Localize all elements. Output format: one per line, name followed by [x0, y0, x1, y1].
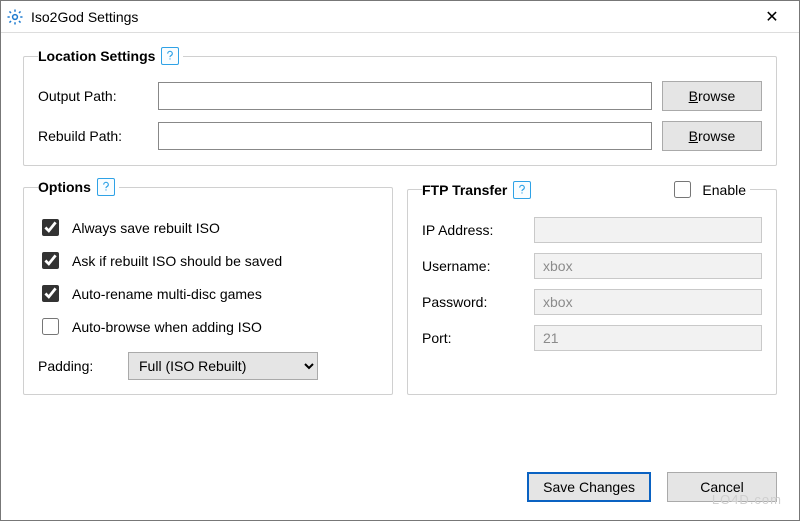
save-changes-button[interactable]: Save Changes — [527, 472, 651, 502]
ftp-user-row: Username: — [422, 253, 762, 279]
ftp-user-label: Username: — [422, 258, 524, 274]
ftp-port-row: Port: — [422, 325, 762, 351]
auto-rename-row[interactable]: Auto-rename multi-disc games — [38, 282, 378, 305]
titlebar: Iso2God Settings ✕ — [1, 1, 799, 33]
location-settings-group: Location Settings Output Path: Browse Re… — [23, 47, 777, 166]
options-legend-text: Options — [38, 179, 91, 195]
rebuild-path-label: Rebuild Path: — [38, 128, 148, 144]
help-icon[interactable] — [97, 178, 115, 196]
padding-select[interactable]: Full (ISO Rebuilt) — [128, 352, 318, 380]
location-settings-legend-text: Location Settings — [38, 48, 155, 64]
ask-save-label: Ask if rebuilt ISO should be saved — [72, 253, 282, 269]
output-path-label: Output Path: — [38, 88, 148, 104]
close-button[interactable]: ✕ — [749, 1, 795, 32]
options-group: Options Always save rebuilt ISO Ask if r… — [23, 178, 393, 395]
browse-mnemonic: B — [689, 88, 698, 104]
ftp-port-label: Port: — [422, 330, 524, 346]
ftp-port-input — [534, 325, 762, 351]
location-settings-legend: Location Settings — [38, 47, 183, 65]
window-title: Iso2God Settings — [31, 9, 138, 25]
ftp-pass-label: Password: — [422, 294, 524, 310]
ask-save-checkbox[interactable] — [42, 252, 59, 269]
ftp-pass-input — [534, 289, 762, 315]
padding-label: Padding: — [38, 358, 118, 374]
browse-mnemonic-2: B — [689, 128, 698, 144]
ftp-enable-checkbox[interactable] — [674, 181, 691, 198]
ftp-legend-text: FTP Transfer — [422, 182, 507, 198]
auto-browse-checkbox[interactable] — [42, 318, 59, 335]
footer: Save Changes Cancel — [1, 472, 799, 520]
cancel-button[interactable]: Cancel — [667, 472, 777, 502]
auto-rename-checkbox[interactable] — [42, 285, 59, 302]
always-save-row[interactable]: Always save rebuilt ISO — [38, 216, 378, 239]
output-path-row: Output Path: Browse — [38, 81, 762, 111]
ftp-pass-row: Password: — [422, 289, 762, 315]
ftp-ip-input — [534, 217, 762, 243]
padding-row: Padding: Full (ISO Rebuilt) — [38, 352, 378, 380]
rebuild-browse-button[interactable]: Browse — [662, 121, 762, 151]
auto-browse-row[interactable]: Auto-browse when adding ISO — [38, 315, 378, 338]
content-area: Location Settings Output Path: Browse Re… — [1, 33, 799, 472]
rebuild-path-row: Rebuild Path: Browse — [38, 121, 762, 151]
ftp-legend: FTP Transfer Enable — [422, 178, 750, 201]
ftp-user-input — [534, 253, 762, 279]
options-legend: Options — [38, 178, 119, 196]
help-icon[interactable] — [161, 47, 179, 65]
columns: Options Always save rebuilt ISO Ask if r… — [23, 178, 777, 395]
rebuild-path-input[interactable] — [158, 122, 652, 150]
output-browse-button[interactable]: Browse — [662, 81, 762, 111]
gear-icon — [5, 7, 25, 27]
ftp-group: FTP Transfer Enable IP Address: Username… — [407, 178, 777, 395]
output-path-input[interactable] — [158, 82, 652, 110]
always-save-checkbox[interactable] — [42, 219, 59, 236]
ftp-enable-label: Enable — [702, 182, 746, 198]
auto-browse-label: Auto-browse when adding ISO — [72, 319, 262, 335]
ftp-ip-row: IP Address: — [422, 217, 762, 243]
ftp-ip-label: IP Address: — [422, 222, 524, 238]
always-save-label: Always save rebuilt ISO — [72, 220, 220, 236]
auto-rename-label: Auto-rename multi-disc games — [72, 286, 262, 302]
ask-save-row[interactable]: Ask if rebuilt ISO should be saved — [38, 249, 378, 272]
settings-window: Iso2God Settings ✕ Location Settings Out… — [0, 0, 800, 521]
help-icon[interactable] — [513, 181, 531, 199]
ftp-enable-wrap[interactable]: Enable — [670, 178, 746, 201]
